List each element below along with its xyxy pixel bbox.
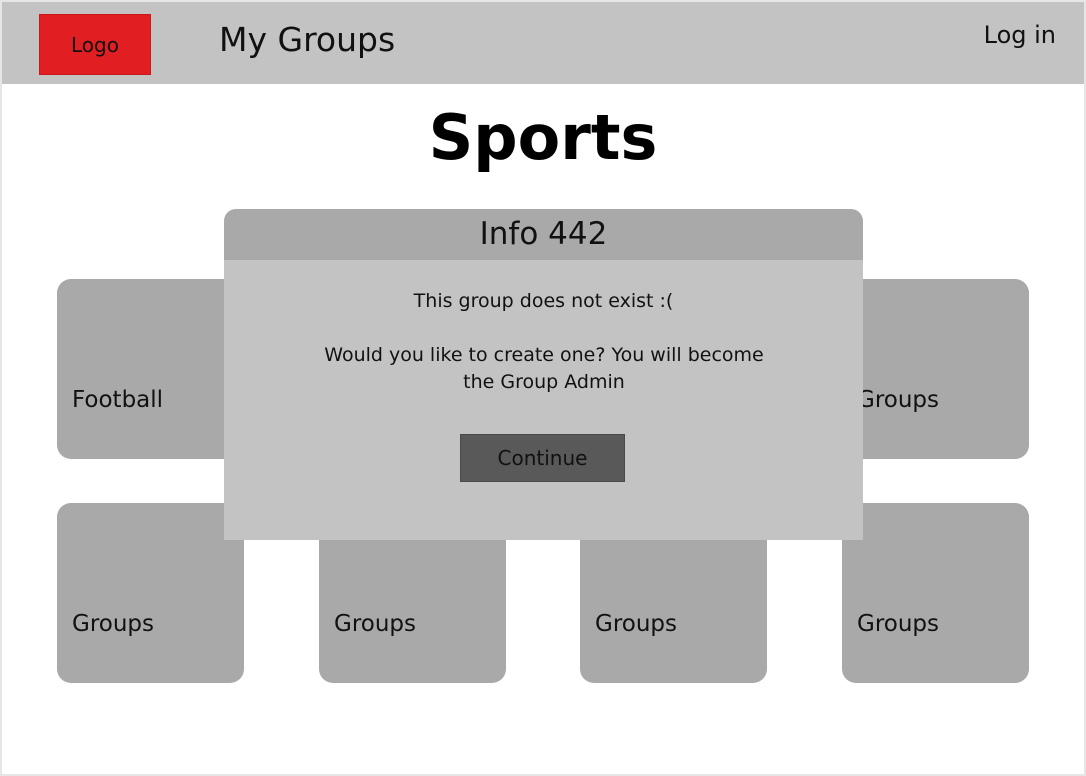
app-title: My Groups bbox=[219, 20, 396, 59]
page-title: Sports bbox=[428, 101, 658, 174]
group-tile[interactable]: Groups bbox=[842, 279, 1029, 459]
modal-dialog: This group does not exist :( Would you l… bbox=[224, 260, 863, 540]
tile-label: Groups bbox=[72, 611, 155, 637]
tile-label: Groups bbox=[857, 611, 940, 637]
login-link[interactable]: Log in bbox=[984, 18, 1056, 52]
tile-label: Football bbox=[72, 387, 164, 413]
tile-label: Groups bbox=[334, 611, 417, 637]
top-header: Logo My Groups Log in bbox=[2, 2, 1084, 84]
modal-message: This group does not exist :( bbox=[413, 290, 674, 312]
modal-title: Info 442 bbox=[224, 209, 863, 261]
modal-prompt: Would you like to create one? You will b… bbox=[324, 344, 764, 393]
group-tile[interactable]: Groups bbox=[842, 503, 1029, 683]
group-tile[interactable]: Groups bbox=[57, 503, 244, 683]
continue-button[interactable]: Continue bbox=[460, 434, 625, 482]
tile-label: Groups bbox=[857, 387, 940, 413]
tile-label: Groups bbox=[595, 611, 678, 637]
logo[interactable]: Logo bbox=[39, 14, 151, 75]
group-tile-football[interactable]: Football bbox=[57, 279, 244, 459]
